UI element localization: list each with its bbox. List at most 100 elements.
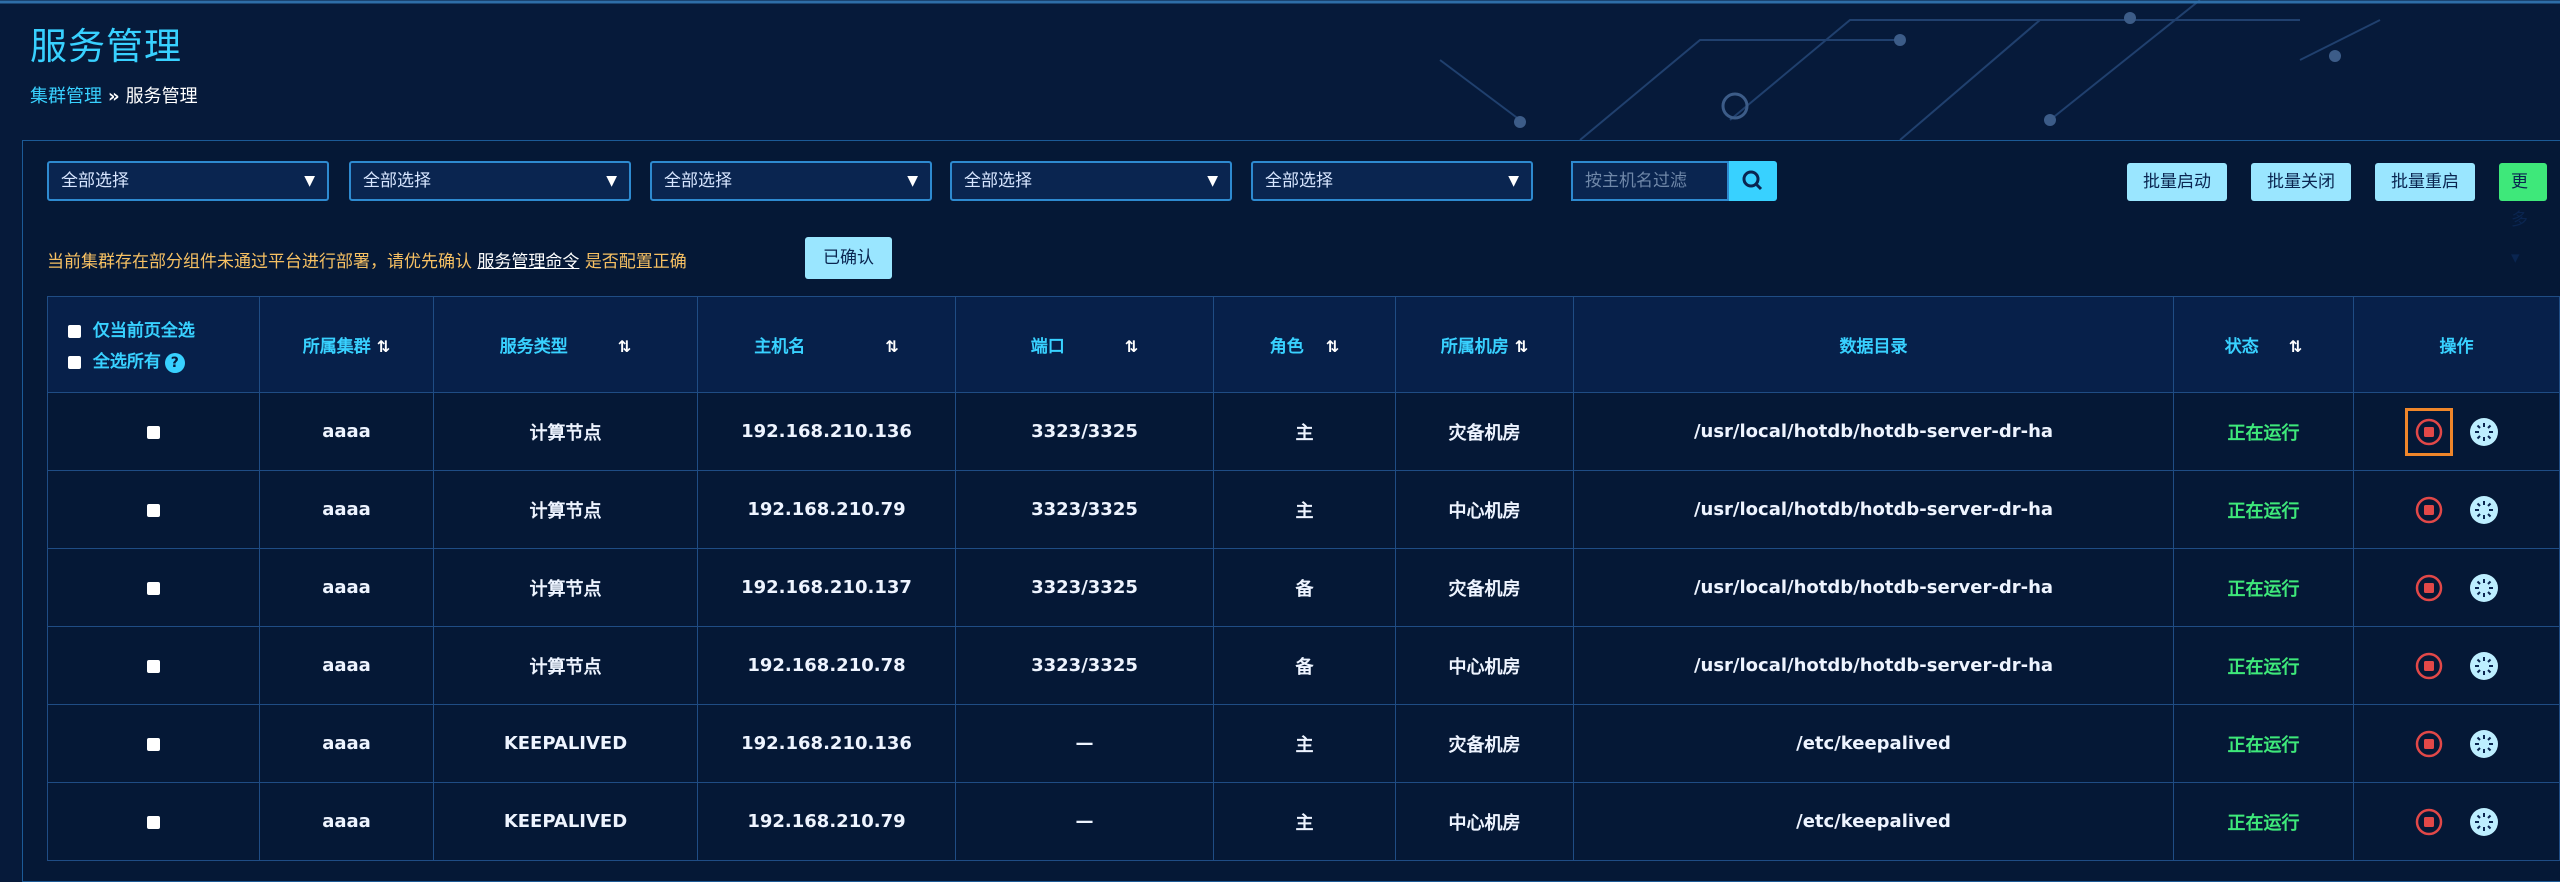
stop-button[interactable] bbox=[2405, 642, 2453, 690]
cell-hostname: 192.168.210.136 bbox=[697, 392, 956, 471]
service-command-link[interactable]: 服务管理命令 bbox=[477, 252, 579, 272]
sort-icon[interactable]: ⇅ bbox=[1326, 337, 1339, 356]
sort-icon[interactable]: ⇅ bbox=[377, 337, 390, 356]
cell-hostname: 192.168.210.136 bbox=[697, 704, 956, 783]
row-checkbox[interactable] bbox=[147, 659, 160, 673]
page-title: 服务管理 bbox=[30, 25, 182, 68]
sort-icon[interactable]: ⇅ bbox=[885, 337, 898, 356]
service-panel: 全部选择 ▼ 全部选择 ▼ 全部选择 ▼ 全部选择 ▼ 全部选择 ▼ 按主机名过滤 批量启… bbox=[22, 140, 2560, 882]
cell-cluster: aaaa bbox=[259, 470, 434, 549]
select-all-checkbox[interactable] bbox=[68, 355, 81, 369]
column-label: 角色 bbox=[1269, 337, 1304, 357]
column-label: 所属集群 bbox=[302, 337, 371, 357]
stop-button-focused[interactable] bbox=[2405, 407, 2454, 456]
select-current-page-option[interactable]: 仅当前页全选 bbox=[68, 316, 258, 341]
stop-button[interactable] bbox=[2405, 798, 2453, 846]
cell-data-dir: /usr/local/hotdb/hotdb-server-dr-ha bbox=[1573, 392, 2174, 471]
column-header-room[interactable]: 所属机房 ⇅ bbox=[1395, 296, 1574, 393]
table-row: aaaa 计算节点 192.168.210.137 3323/3325 备 灾备… bbox=[47, 548, 2560, 627]
filter-select-3[interactable]: 全部选择 ▼ bbox=[650, 161, 932, 201]
select-all-option[interactable]: 全选所有? bbox=[68, 347, 258, 373]
row-checkbox[interactable] bbox=[147, 425, 160, 439]
row-checkbox[interactable] bbox=[147, 503, 160, 517]
confirm-button[interactable]: 已确认 bbox=[805, 237, 892, 279]
sort-icon[interactable]: ⇅ bbox=[2289, 337, 2302, 356]
cell-status: 正在运行 bbox=[2173, 626, 2354, 705]
restart-icon[interactable] bbox=[2469, 573, 2499, 603]
breadcrumb-cluster-link[interactable]: 集群管理 bbox=[30, 86, 102, 107]
cell-data-dir: /etc/keepalived bbox=[1573, 704, 2174, 783]
restart-icon[interactable] bbox=[2469, 729, 2499, 759]
filter-select-5-value: 全部选择 bbox=[1265, 171, 1333, 191]
table-header-row: 仅当前页全选 全选所有? 所属集群 ⇅ 服务类型 ⇅ 主机名 ⇅ 端口 ⇅ 角色 ⇅ 所属… bbox=[47, 296, 2560, 393]
cell-actions bbox=[2353, 782, 2560, 861]
column-header-service-type[interactable]: 服务类型 ⇅ bbox=[433, 296, 698, 393]
batch-restart-button[interactable]: 批量重启 bbox=[2375, 163, 2475, 201]
sort-icon[interactable]: ⇅ bbox=[1515, 337, 1528, 356]
more-button[interactable]: 更多 ▾ bbox=[2499, 163, 2547, 268]
column-header-port[interactable]: 端口 ⇅ bbox=[955, 296, 1214, 393]
restart-icon[interactable] bbox=[2469, 495, 2499, 525]
filter-select-2[interactable]: 全部选择 ▼ bbox=[349, 161, 631, 201]
cell-data-dir: /usr/local/hotdb/hotdb-server-dr-ha bbox=[1573, 548, 2174, 627]
cell-service-type: KEEPALIVED bbox=[433, 704, 698, 783]
restart-icon[interactable] bbox=[2469, 651, 2499, 681]
stop-button[interactable] bbox=[2405, 564, 2453, 612]
chevron-down-icon: ▼ bbox=[606, 173, 617, 189]
filter-select-1-value: 全部选择 bbox=[61, 171, 129, 191]
table-row: aaaa KEEPALIVED 192.168.210.79 — 主 中心机房 … bbox=[47, 782, 2560, 861]
batch-start-button[interactable]: 批量启动 bbox=[2127, 163, 2227, 201]
select-current-page-checkbox[interactable] bbox=[68, 324, 81, 338]
sort-icon[interactable]: ⇅ bbox=[618, 337, 631, 356]
search-button[interactable] bbox=[1729, 161, 1777, 201]
cell-cluster: aaaa bbox=[259, 782, 434, 861]
notice-row: 当前集群存在部分组件未通过平台进行部署，请优先确认 服务管理命令 是否配置正确 … bbox=[47, 237, 1447, 279]
chevron-down-icon: ▼ bbox=[907, 173, 918, 189]
filter-select-4[interactable]: 全部选择 ▼ bbox=[950, 161, 1232, 201]
filter-select-5[interactable]: 全部选择 ▼ bbox=[1251, 161, 1533, 201]
cell-port: 3323/3325 bbox=[955, 392, 1214, 471]
row-checkbox-cell bbox=[47, 548, 260, 627]
cell-status: 正在运行 bbox=[2173, 548, 2354, 627]
row-checkbox-cell bbox=[47, 782, 260, 861]
stop-button[interactable] bbox=[2405, 720, 2453, 768]
filter-select-1[interactable]: 全部选择 ▼ bbox=[47, 161, 329, 201]
page-header: 服务管理 集群管理» 服务管理 bbox=[0, 0, 2560, 140]
cell-data-dir: /usr/local/hotdb/hotdb-server-dr-ha bbox=[1573, 626, 2174, 705]
table-row: aaaa KEEPALIVED 192.168.210.136 — 主 灾备机房… bbox=[47, 704, 2560, 783]
hostname-filter-input[interactable]: 按主机名过滤 bbox=[1571, 161, 1729, 201]
restart-icon[interactable] bbox=[2469, 417, 2499, 447]
column-label: 主机名 bbox=[754, 337, 806, 357]
service-table: 仅当前页全选 全选所有? 所属集群 ⇅ 服务类型 ⇅ 主机名 ⇅ 端口 ⇅ 角色 ⇅ 所属… bbox=[47, 296, 2560, 861]
help-icon[interactable]: ? bbox=[164, 353, 185, 373]
row-checkbox[interactable] bbox=[147, 815, 160, 829]
select-all-label: 全选所有 bbox=[92, 352, 161, 372]
column-header-role[interactable]: 角色 ⇅ bbox=[1213, 296, 1396, 393]
cell-role: 主 bbox=[1213, 782, 1396, 861]
select-current-page-label: 仅当前页全选 bbox=[92, 321, 195, 341]
column-header-status[interactable]: 状态 ⇅ bbox=[2173, 296, 2354, 393]
cell-room: 中心机房 bbox=[1395, 470, 1574, 549]
sort-icon[interactable]: ⇅ bbox=[1125, 337, 1138, 356]
restart-icon[interactable] bbox=[2469, 807, 2499, 837]
cell-hostname: 192.168.210.79 bbox=[697, 470, 956, 549]
cell-port: 3323/3325 bbox=[955, 470, 1214, 549]
column-header-cluster[interactable]: 所属集群 ⇅ bbox=[259, 296, 434, 393]
row-checkbox-cell bbox=[47, 392, 260, 471]
row-checkbox[interactable] bbox=[147, 737, 160, 751]
search-icon bbox=[1742, 170, 1763, 191]
row-checkbox-cell bbox=[47, 470, 260, 549]
cell-data-dir: /usr/local/hotdb/hotdb-server-dr-ha bbox=[1573, 470, 2174, 549]
column-label: 服务类型 bbox=[499, 337, 568, 357]
table-row: aaaa 计算节点 192.168.210.79 3323/3325 主 中心机… bbox=[47, 470, 2560, 549]
cell-role: 备 bbox=[1213, 548, 1396, 627]
filter-select-4-value: 全部选择 bbox=[964, 171, 1032, 191]
table-row: aaaa 计算节点 192.168.210.136 3323/3325 主 灾备… bbox=[47, 392, 2560, 471]
cell-hostname: 192.168.210.79 bbox=[697, 782, 956, 861]
batch-stop-button[interactable]: 批量关闭 bbox=[2251, 163, 2351, 201]
column-header-hostname[interactable]: 主机名 ⇅ bbox=[697, 296, 956, 393]
cell-room: 灾备机房 bbox=[1395, 704, 1574, 783]
row-checkbox[interactable] bbox=[147, 581, 160, 595]
cell-status: 正在运行 bbox=[2173, 470, 2354, 549]
stop-button[interactable] bbox=[2405, 486, 2453, 534]
